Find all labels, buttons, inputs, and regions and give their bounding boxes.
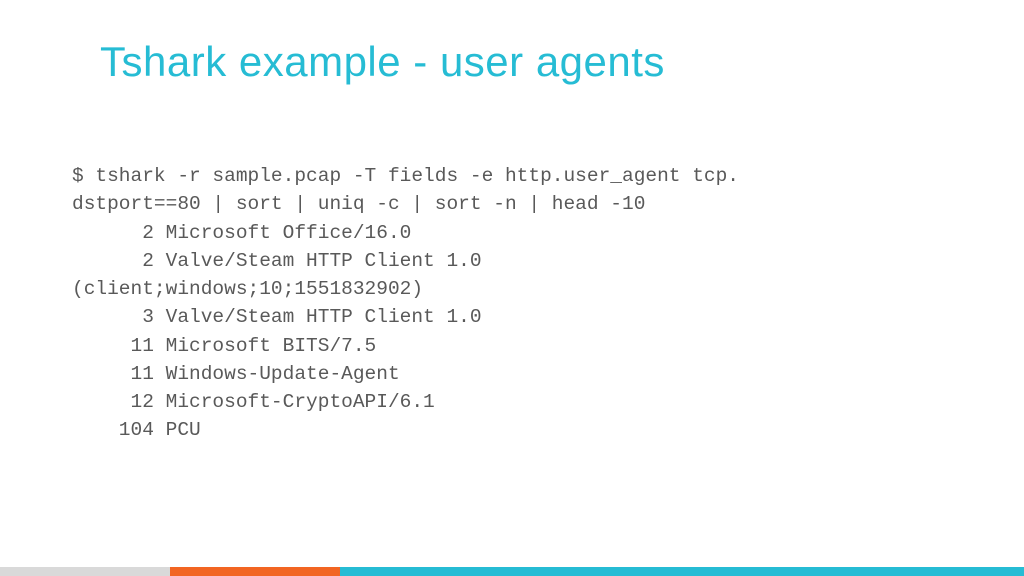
command-line: $ tshark -r sample.pcap -T fields -e htt…	[72, 165, 739, 215]
output-line: 2 Valve/Steam HTTP Client 1.0	[72, 250, 482, 272]
bar-segment-teal	[340, 567, 1024, 576]
output-line: 2 Microsoft Office/16.0	[72, 222, 411, 244]
slide-title: Tshark example - user agents	[100, 38, 665, 86]
output-line: 11 Microsoft BITS/7.5	[72, 335, 376, 357]
bar-segment-grey	[0, 567, 170, 576]
bar-segment-orange	[170, 567, 340, 576]
output-line: (client;windows;10;1551832902)	[72, 278, 423, 300]
output-line: 3 Valve/Steam HTTP Client 1.0	[72, 306, 482, 328]
output-line: 104 PCU	[72, 419, 201, 441]
terminal-output: $ tshark -r sample.pcap -T fields -e htt…	[72, 162, 952, 445]
output-line: 11 Windows-Update-Agent	[72, 363, 400, 385]
decorative-bottom-bar	[0, 567, 1024, 576]
output-line: 12 Microsoft-CryptoAPI/6.1	[72, 391, 435, 413]
